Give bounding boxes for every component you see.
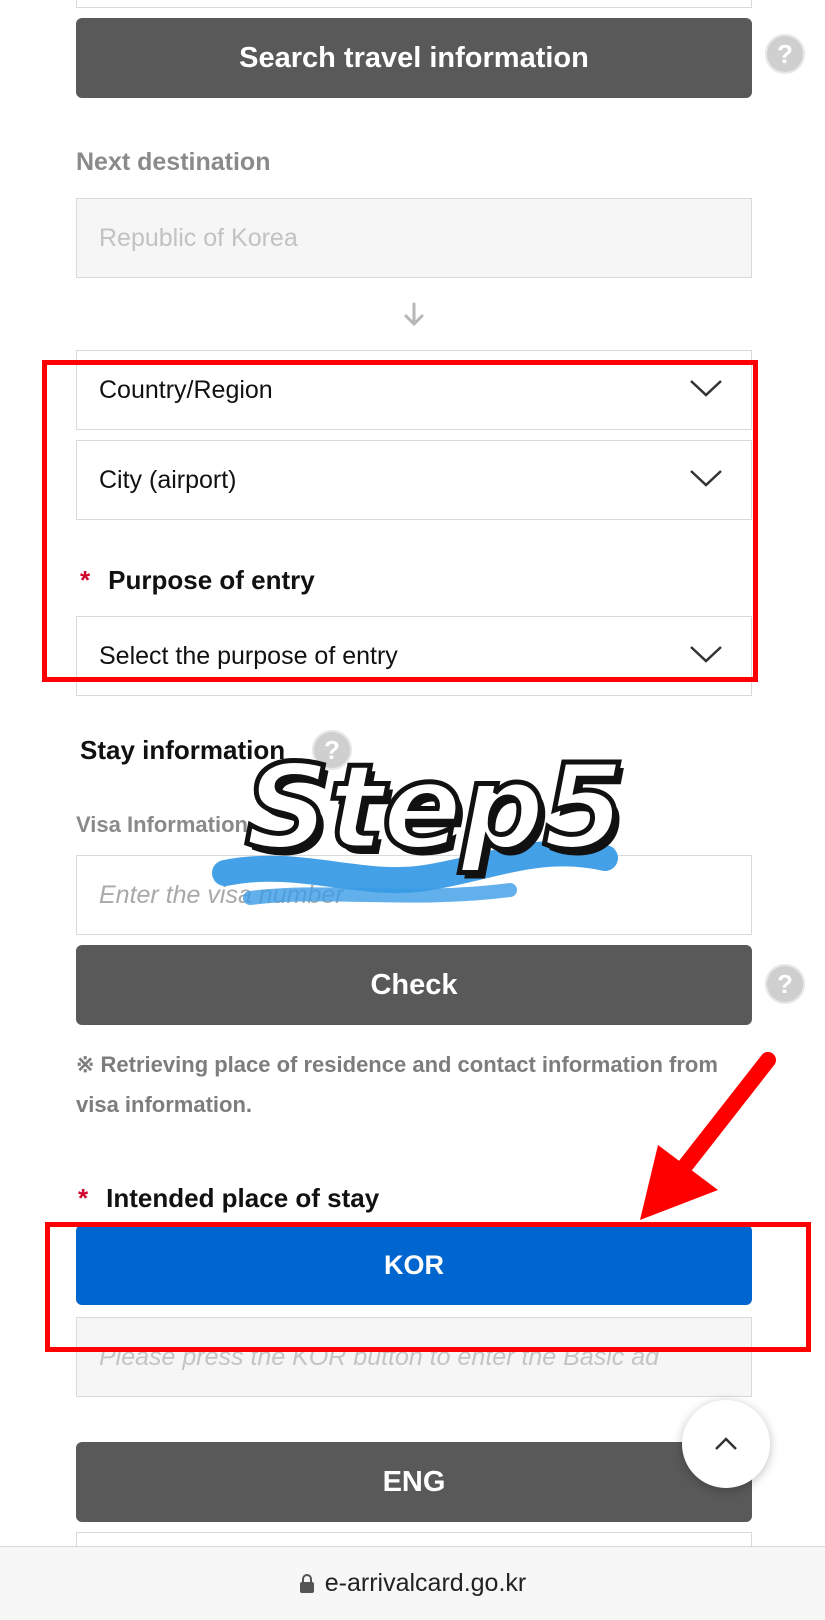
- chevron-down-icon: [690, 470, 722, 487]
- browser-url-bar[interactable]: e-arrivalcard.go.kr: [0, 1546, 825, 1620]
- purpose-select[interactable]: Select the purpose of entry: [76, 616, 752, 696]
- help-icon[interactable]: ?: [765, 964, 805, 1004]
- city-airport-value: City (airport): [99, 465, 237, 494]
- chevron-down-icon: [690, 380, 722, 397]
- city-airport-select[interactable]: City (airport): [76, 440, 752, 520]
- previous-field-edge[interactable]: [76, 0, 752, 8]
- lock-icon: [299, 1573, 314, 1593]
- next-destination-label: Next destination: [76, 148, 271, 176]
- url-text: e-arrivalcard.go.kr: [324, 1569, 527, 1597]
- scroll-to-top-button[interactable]: [682, 1400, 770, 1488]
- arrow-down-icon: [404, 302, 424, 327]
- step-overlay-text: Step5: [243, 736, 628, 879]
- search-travel-info-button[interactable]: Search travel information: [76, 18, 752, 98]
- country-region-select[interactable]: Country/Region: [76, 350, 752, 430]
- page: Search travel information ? Next destina…: [0, 0, 825, 1620]
- check-button[interactable]: Check: [76, 945, 752, 1025]
- intended-stay-label-row: * Intended place of stay: [78, 1183, 379, 1214]
- chevron-up-icon: [715, 1437, 737, 1450]
- eng-address-button[interactable]: ENG: [76, 1442, 752, 1522]
- required-mark: *: [80, 565, 91, 595]
- basic-address-field[interactable]: Please press the KOR button to enter the…: [76, 1317, 752, 1397]
- basic-address-placeholder: Please press the KOR button to enter the…: [99, 1342, 660, 1371]
- next-destination-field: Republic of Korea: [76, 198, 752, 278]
- help-icon[interactable]: ?: [765, 34, 805, 74]
- required-mark: *: [78, 1183, 89, 1213]
- intended-stay-label: Intended place of stay: [106, 1183, 380, 1213]
- purpose-label-row: * Purpose of entry: [80, 565, 315, 596]
- next-destination-value: Republic of Korea: [99, 223, 298, 252]
- purpose-value: Select the purpose of entry: [99, 641, 398, 670]
- country-region-value: Country/Region: [99, 375, 273, 404]
- purpose-label: Purpose of entry: [108, 565, 315, 595]
- chevron-down-icon: [690, 646, 722, 663]
- red-arrow-icon: [640, 1052, 776, 1220]
